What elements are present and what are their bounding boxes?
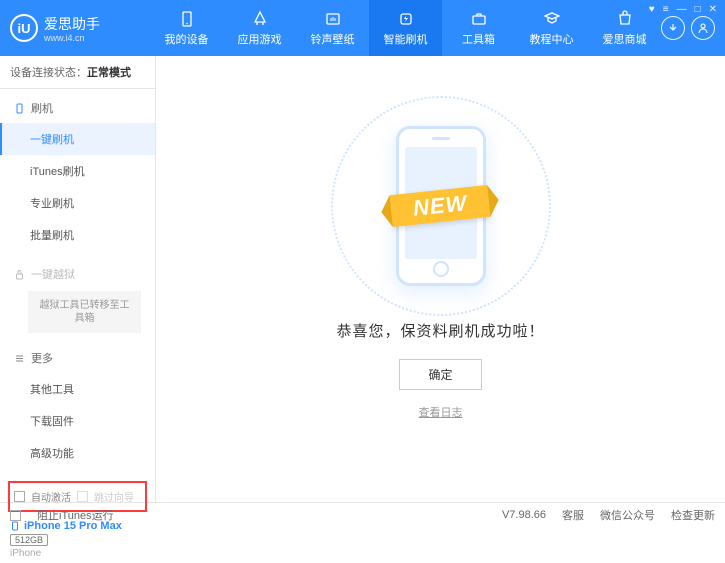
jailbreak-moved-note[interactable]: 越狱工具已转移至工具箱 — [28, 291, 141, 333]
version-label: V7.98.66 — [502, 509, 546, 521]
nav-label: 铃声壁纸 — [311, 31, 355, 47]
section-label: 一键越狱 — [31, 266, 75, 282]
maximize-button[interactable]: □ — [695, 4, 701, 15]
tutorial-icon — [543, 10, 561, 28]
device-storage: 512GB — [10, 534, 48, 546]
nav-label: 教程中心 — [530, 31, 574, 47]
block-itunes-label: 阻止iTunes运行 — [37, 507, 114, 523]
auto-activate-checkbox[interactable] — [14, 491, 25, 502]
main-nav: 我的设备 应用游戏 铃声壁纸 智能刷机 工具箱 教程中心 爱思商城 — [150, 0, 661, 56]
status-value: 正常模式 — [87, 67, 131, 79]
ok-button[interactable]: 确定 — [399, 359, 481, 390]
sidebar: 设备连接状态：正常模式 刷机 一键刷机 iTunes刷机 专业刷机 批量刷机 一… — [0, 56, 156, 502]
nav-label: 智能刷机 — [384, 31, 428, 47]
logo[interactable]: iU 爱思助手 www.i4.cn — [10, 14, 150, 43]
success-illustration: NEW — [341, 116, 541, 296]
device-status: 设备连接状态：正常模式 — [0, 56, 155, 89]
status-label: 设备连接状态： — [10, 67, 87, 79]
nav-my-device[interactable]: 我的设备 — [150, 0, 223, 56]
phone-icon — [14, 103, 25, 114]
apps-icon — [251, 10, 269, 28]
section-label: 更多 — [31, 350, 53, 366]
device-phone-icon — [10, 521, 20, 531]
user-button[interactable] — [691, 16, 715, 40]
sidebar-item-batch-flash[interactable]: 批量刷机 — [0, 219, 155, 251]
nav-label: 应用游戏 — [238, 31, 282, 47]
section-label: 刷机 — [31, 100, 53, 116]
nav-flash[interactable]: 智能刷机 — [369, 0, 442, 56]
main-content: NEW 恭喜您，保资料刷机成功啦！ 确定 查看日志 — [156, 56, 725, 502]
nav-tutorials[interactable]: 教程中心 — [515, 0, 588, 56]
menu-lines-icon — [14, 353, 25, 364]
menu-icon[interactable]: ≡ — [663, 4, 669, 15]
logo-url: www.i4.cn — [44, 34, 100, 43]
flash-icon — [397, 10, 415, 28]
nav-apps[interactable]: 应用游戏 — [223, 0, 296, 56]
nav-label: 爱思商城 — [603, 31, 647, 47]
sidebar-item-itunes-flash[interactable]: iTunes刷机 — [0, 155, 155, 187]
download-button[interactable] — [661, 16, 685, 40]
auto-activate-label: 自动激活 — [31, 489, 71, 504]
sidebar-item-oneclick-flash[interactable]: 一键刷机 — [0, 123, 155, 155]
sidebar-item-download-firmware[interactable]: 下载固件 — [0, 405, 155, 437]
success-message: 恭喜您，保资料刷机成功啦！ — [336, 320, 544, 341]
toolbox-icon — [470, 10, 488, 28]
lock-icon — [14, 269, 25, 280]
device-type: iPhone — [10, 548, 145, 559]
customer-service-link[interactable]: 客服 — [562, 507, 584, 523]
wechat-link[interactable]: 微信公众号 — [600, 507, 655, 523]
nav-store[interactable]: 爱思商城 — [588, 0, 661, 56]
sidebar-item-other-tools[interactable]: 其他工具 — [0, 373, 155, 405]
nav-label: 工具箱 — [462, 31, 495, 47]
nav-toolbox[interactable]: 工具箱 — [442, 0, 515, 56]
sidebar-item-pro-flash[interactable]: 专业刷机 — [0, 187, 155, 219]
nav-label: 我的设备 — [165, 31, 209, 47]
logo-title: 爱思助手 — [44, 16, 100, 32]
view-log-link[interactable]: 查看日志 — [419, 404, 463, 420]
minimize-button[interactable]: — — [677, 4, 687, 15]
skip-wizard-checkbox[interactable] — [77, 491, 88, 502]
ringtone-icon — [324, 10, 342, 28]
close-button[interactable]: ✕ — [709, 4, 717, 15]
device-icon — [178, 10, 196, 28]
block-itunes-checkbox[interactable] — [10, 510, 21, 521]
section-flash[interactable]: 刷机 — [0, 93, 155, 123]
store-icon — [616, 10, 634, 28]
logo-icon: iU — [10, 14, 38, 42]
nav-ringtones[interactable]: 铃声壁纸 — [296, 0, 369, 56]
check-update-link[interactable]: 检查更新 — [671, 507, 715, 523]
skip-wizard-label: 跳过向导 — [94, 489, 134, 504]
section-jailbreak: 一键越狱 — [0, 259, 155, 289]
header: iU 爱思助手 www.i4.cn 我的设备 应用游戏 铃声壁纸 智能刷机 工具… — [0, 0, 725, 56]
sidebar-item-advanced[interactable]: 高级功能 — [0, 437, 155, 469]
section-more[interactable]: 更多 — [0, 343, 155, 373]
device-block[interactable]: iPhone 15 Pro Max 512GB iPhone — [0, 516, 155, 563]
